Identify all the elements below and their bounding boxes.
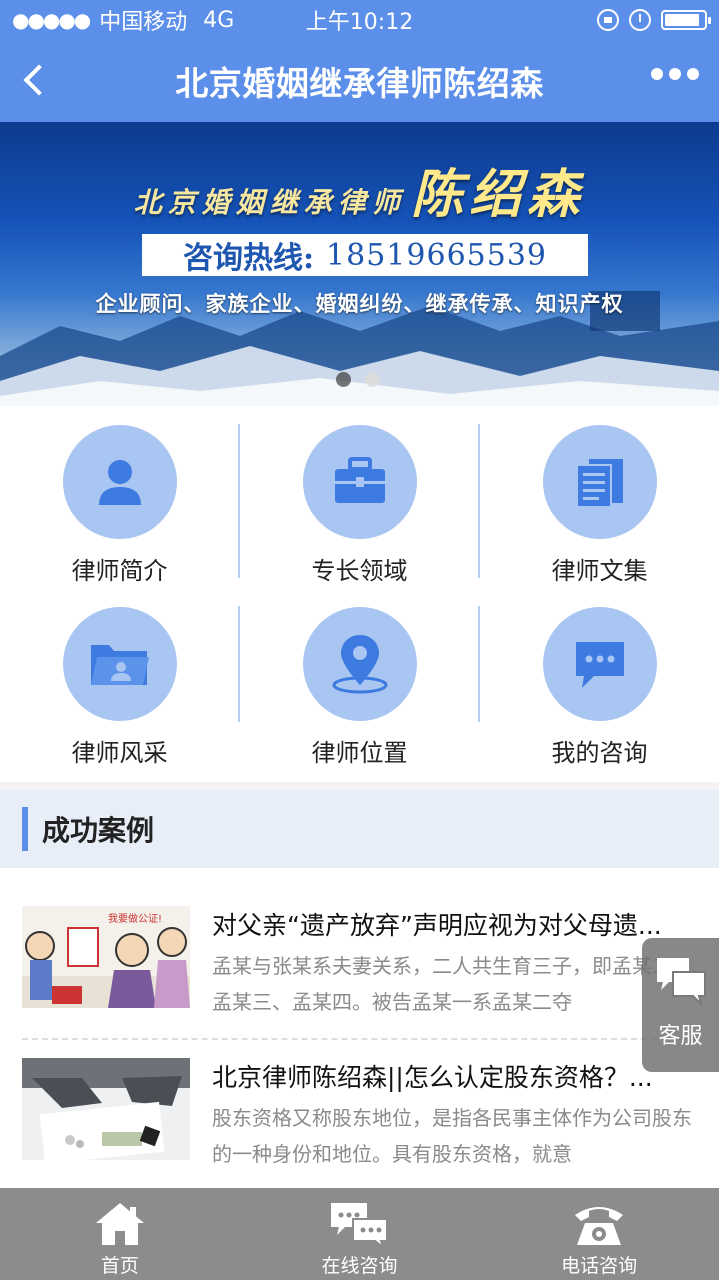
- carousel-dot-active[interactable]: [365, 372, 380, 387]
- hotline-label: 咨询热线:: [182, 241, 315, 276]
- page-title: 北京婚姻继承律师陈绍森: [175, 64, 544, 103]
- banner-lawyer-name: 陈绍森: [411, 164, 586, 225]
- chat-bubble-icon: [542, 607, 657, 721]
- tab-home[interactable]: 首页: [0, 1188, 240, 1280]
- list-item[interactable]: 北京律师陈绍森||怎么认定股东资格？... 股东资格又称股东地位，是指各民事主体…: [22, 1058, 697, 1188]
- rotation-lock-icon: [597, 9, 619, 31]
- chat-bubbles-icon: [331, 1203, 389, 1247]
- banner-services: 企业顾问、家族企业、婚姻纠纷、继承传承、知识产权: [95, 291, 624, 316]
- menu-item-label: 律师风采: [71, 739, 168, 767]
- telephone-icon: [575, 1207, 624, 1245]
- tab-online-consult[interactable]: 在线咨询: [240, 1188, 480, 1280]
- menu-item-expertise[interactable]: 专长领域: [240, 406, 479, 590]
- menu-item-lawyer-gallery[interactable]: 律师风采: [0, 588, 239, 772]
- battery-icon: [661, 10, 711, 30]
- menu-item-label: 专长领域: [311, 557, 408, 585]
- banner-subtitle: 北京婚姻继承律师: [133, 186, 406, 219]
- carousel-dot[interactable]: [336, 372, 351, 387]
- carrier-name: 中国移动: [99, 10, 188, 35]
- more-button[interactable]: [651, 68, 699, 80]
- tab-label: 电话咨询: [561, 1255, 638, 1277]
- case-description: 孟某与张某系夫妻关系，二人共生育三子，即孟某二、孟某三、孟某四。被告孟某一系孟某…: [212, 954, 692, 1014]
- case-title: 对父亲“遗产放弃”声明应视为对父母遗...: [212, 911, 662, 940]
- menu-item-location[interactable]: 律师位置: [240, 588, 479, 772]
- signal-strength-icon: ●●●●●: [12, 8, 91, 32]
- tab-label: 首页: [100, 1255, 139, 1277]
- customer-service-button[interactable]: 客服: [642, 938, 719, 1072]
- case-thumbnail-image: 我要做公证!: [22, 906, 190, 1008]
- carousel-indicator: [336, 372, 380, 387]
- documents-icon: [542, 425, 657, 539]
- menu-item-label: 律师位置: [311, 739, 408, 767]
- briefcase-icon: [302, 425, 417, 539]
- case-list: 我要做公证! 对父亲“遗产放弃”声明应视为对父母遗... 孟某与张某系夫妻关系，…: [0, 868, 719, 1188]
- list-item[interactable]: 我要做公证! 对父亲“遗产放弃”声明应视为对父母遗... 孟某与张某系夫妻关系，…: [22, 906, 697, 1036]
- more-dots-icon: [669, 68, 681, 80]
- svg-text:我要做公证!: 我要做公证!: [108, 912, 162, 925]
- tab-label: 在线咨询: [321, 1255, 398, 1277]
- location-pin-icon: [302, 607, 417, 721]
- section-header: 成功案例: [0, 790, 719, 868]
- customer-service-label: 客服: [658, 1024, 703, 1049]
- menu-item-label: 律师文集: [551, 557, 648, 585]
- status-bar: ●●●●● 中国移动 4G 上午10:12: [0, 0, 719, 40]
- more-dots-icon: [651, 68, 663, 80]
- case-description: 股东资格又称股东地位，是指各民事主体作为公司股东的一种身份和地位。具有股东资格，…: [212, 1106, 692, 1166]
- hotline-number: 18519665539: [326, 237, 548, 273]
- case-thumbnail-image: [22, 1058, 190, 1160]
- banner-carousel[interactable]: 北京婚姻继承律师 陈绍森 咨询热线: 18519665539 企业顾问、家族企业…: [0, 122, 719, 406]
- nav-bar: 北京婚姻继承律师陈绍森: [0, 40, 719, 122]
- case-title: 北京律师陈绍森||怎么认定股东资格？...: [212, 1063, 653, 1092]
- tab-phone-consult[interactable]: 电话咨询: [479, 1188, 719, 1280]
- section-accent-bar: [22, 807, 28, 851]
- bottom-tab-bar: 首页 在线咨询 电话咨询: [0, 1188, 719, 1280]
- hotline-box: 咨询热线: 18519665539: [142, 234, 588, 276]
- menu-item-lawyer-profile[interactable]: 律师简介: [0, 406, 239, 590]
- alarm-icon: [629, 9, 651, 31]
- back-button[interactable]: [12, 58, 56, 102]
- chat-bubbles-icon: [656, 958, 706, 1008]
- list-divider: [22, 1038, 697, 1040]
- person-icon: [62, 425, 177, 539]
- feature-grid: 律师简介 专长领域 律师文集 律师风采 律师位置 我的咨询: [0, 406, 719, 782]
- menu-item-label: 我的咨询: [551, 739, 648, 767]
- menu-item-articles[interactable]: 律师文集: [480, 406, 719, 590]
- network-type: 4G: [203, 7, 235, 33]
- menu-item-label: 律师简介: [71, 557, 168, 585]
- banner-heading: 北京婚姻继承律师 陈绍森: [0, 152, 719, 227]
- section-title: 成功案例: [42, 814, 155, 847]
- chevron-left-icon: [23, 64, 55, 96]
- battery-level: [665, 14, 700, 26]
- folder-profile-icon: [62, 607, 177, 721]
- menu-item-my-consultations[interactable]: 我的咨询: [480, 588, 719, 772]
- home-icon: [95, 1203, 144, 1245]
- more-dots-icon: [687, 68, 699, 80]
